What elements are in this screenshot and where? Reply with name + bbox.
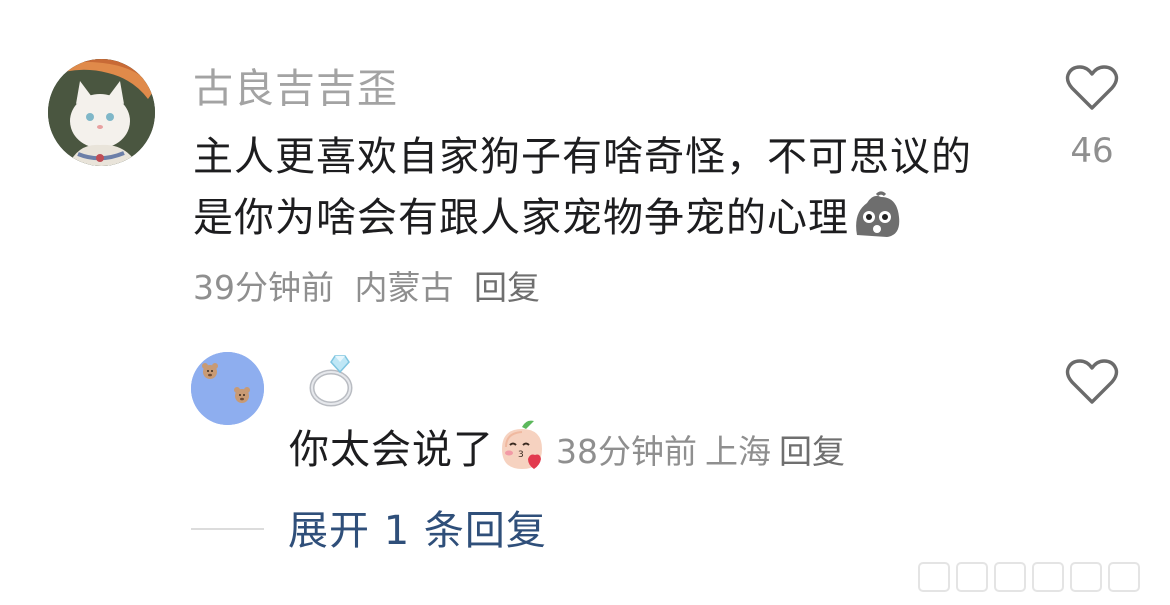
comment-line-2: 是你为啥会有跟人家宠物争宠的心理 [193,188,1013,257]
reply-text: 你太会说了 [289,427,494,473]
svg-text:3: 3 [518,450,525,460]
cat-avatar-icon [48,59,155,166]
reply-time: 38分钟前 [556,432,697,471]
comment-body: 主人更喜欢自家狗子有啥奇怪，不可思议的 是你为啥会有跟人家宠物争宠的心理 [193,127,1013,257]
reply-meta: 38分钟前 上海 回复 [556,432,853,471]
comment-like-button[interactable] [1065,64,1119,112]
heart-icon [1065,65,1119,110]
comment-like-count: 46 [1070,131,1114,171]
comment-location: 内蒙古 [354,268,454,307]
comment-line-2-text: 是你为啥会有跟人家宠物争宠的心理 [193,195,849,241]
reply-reply-button[interactable]: 回复 [779,432,845,471]
watermark-logo [915,555,1165,599]
comment-meta: 39分钟前 内蒙古 回复 [193,263,550,313]
expand-replies-button[interactable]: 展开 1 条回复 [288,505,547,557]
reply-avatar[interactable] [191,352,264,425]
ring-emoji-icon [309,355,353,407]
blowing-kiss-peach-emoji-icon: 3 [496,419,548,487]
commenter-avatar[interactable] [48,59,155,166]
comment-reply-button[interactable]: 回复 [474,268,540,307]
reply-location: 上海 [705,432,771,471]
heart-icon [1065,359,1119,404]
reply-like-button[interactable] [1065,358,1119,406]
reply-body: 你太会说了 3 38分钟前 上海 回复 [289,419,853,487]
shocked-blob-emoji-icon [851,191,903,257]
reply-username[interactable] [305,352,361,408]
expand-divider [191,528,264,530]
commenter-username[interactable]: 古良吉吉歪 [193,63,398,115]
comment-time: 39分钟前 [193,268,334,307]
bear-faces-avatar-icon [191,352,264,425]
comment-line-1: 主人更喜欢自家狗子有啥奇怪，不可思议的 [193,134,972,180]
